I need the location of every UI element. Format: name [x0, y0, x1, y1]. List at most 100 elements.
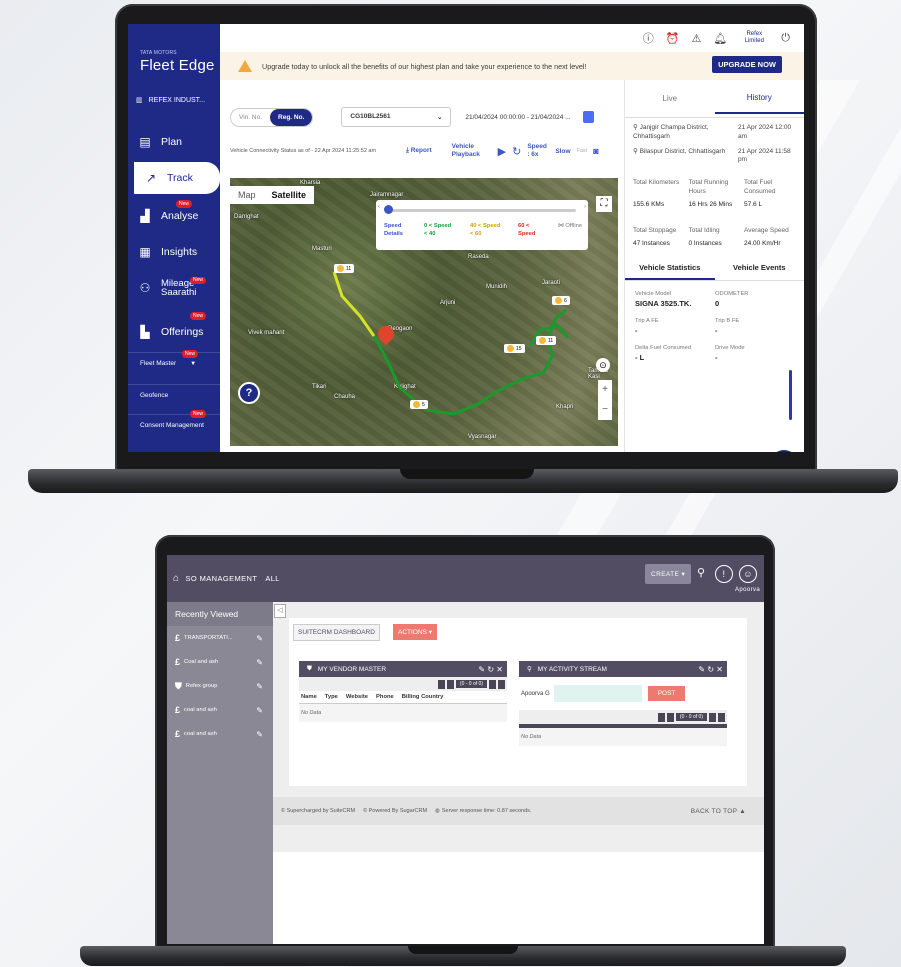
playback-knob[interactable] [384, 205, 393, 214]
nav-sub-geofence[interactable]: Geofence [128, 384, 220, 406]
stop-marker[interactable]: 6 [552, 296, 570, 305]
reg-toggle[interactable]: Reg. No. [270, 108, 313, 126]
prev-page-icon[interactable] [446, 679, 454, 689]
search-icon[interactable]: ⚲ [697, 566, 705, 579]
pencil-icon[interactable]: ✎ [256, 634, 263, 643]
zoom-out-button[interactable]: − [598, 400, 612, 420]
column-header[interactable]: Website [346, 694, 368, 700]
calendar-icon[interactable] [582, 111, 594, 123]
org-selector[interactable]: ▥ REFEX INDUST... [136, 96, 205, 105]
alarm-icon[interactable]: ⏰ [666, 32, 680, 45]
nav-item-analyse[interactable]: ▟ Analyse New [128, 200, 220, 232]
column-header[interactable]: Phone [376, 694, 394, 700]
last-page-icon[interactable] [498, 679, 505, 689]
module-title[interactable]: SO MANAGEMENT [185, 574, 257, 583]
nav-item-plan[interactable]: ▤ Plan [128, 126, 220, 158]
fullscreen-icon[interactable]: ⛶ [596, 196, 612, 212]
footer-sugarcrm[interactable]: © Powered By SugarCRM [363, 808, 427, 814]
tab-vehicle-statistics[interactable]: Vehicle Statistics [625, 257, 715, 280]
fleet-edge-logo[interactable]: TATA MOTORS Fleet Edge [140, 50, 215, 74]
next-page-icon[interactable] [489, 679, 496, 689]
fast-button[interactable]: Fast [577, 148, 588, 154]
close-icon[interactable]: ✕ [716, 665, 723, 674]
column-header[interactable]: Billing Country [402, 694, 444, 700]
report-button[interactable]: ⤓ Report [406, 147, 432, 155]
tab-suitecrm-dashboard[interactable]: SUITECRM DASHBOARD [293, 624, 380, 641]
recent-item[interactable]: £ coal and ash ✎ [167, 698, 273, 722]
refresh-icon[interactable]: ↻ [487, 665, 494, 674]
create-button[interactable]: CREATE ▾ [645, 564, 692, 584]
next-page-icon[interactable] [709, 712, 716, 722]
satellite-map[interactable]: Map Satellite ⛶ ‹ › Speed Details 0 < Sp… [230, 178, 618, 446]
tab-history[interactable]: History [714, 83, 804, 114]
chevron-right-icon[interactable]: › [584, 204, 586, 210]
post-input[interactable] [553, 685, 642, 702]
warning-icon[interactable]: ⚠ [691, 32, 701, 45]
tab-live[interactable]: Live [625, 84, 715, 113]
notification-icon[interactable]: ! [715, 565, 733, 583]
pin-icon: ⚲ [633, 124, 638, 131]
panel-scrollbar[interactable] [789, 370, 792, 420]
help-button[interactable]: ? [238, 382, 260, 404]
stop-marker[interactable]: 11 [334, 264, 355, 273]
replay-icon[interactable]: ↻ [512, 145, 521, 158]
last-page-icon[interactable] [718, 712, 725, 722]
account-name[interactable]: Refex Limited [739, 31, 769, 44]
pencil-icon[interactable]: ✎ [698, 665, 705, 674]
zoom-in-button[interactable]: + [598, 380, 612, 400]
module-filter[interactable]: ALL [265, 574, 280, 583]
pencil-icon[interactable]: ✎ [256, 706, 263, 715]
refresh-icon[interactable]: ↻ [707, 665, 714, 674]
slow-button[interactable]: Slow [555, 148, 570, 155]
speed-multiplier[interactable]: Speed : 6x [527, 143, 549, 159]
pencil-icon[interactable]: ✎ [256, 682, 263, 691]
help-icon[interactable]: ⓘ [643, 30, 654, 46]
back-to-top-link[interactable]: BACK TO TOP ▲ [691, 808, 746, 815]
avatar[interactable]: ☺ [739, 565, 757, 583]
recent-item[interactable]: ⛊ Refex group ✎ [167, 674, 273, 698]
chat-icon[interactable]: ✉ [770, 450, 798, 452]
recent-item[interactable]: £ coal and ash ✎ [167, 722, 273, 746]
nav-item-offerings[interactable]: ▙ Offerings New [128, 312, 220, 348]
first-page-icon[interactable] [437, 679, 445, 689]
footer-suitecrm[interactable]: © Supercharged by SuiteCRM [281, 808, 355, 814]
stop-marker[interactable]: 11 [536, 336, 557, 345]
locate-icon[interactable]: ⊙ [596, 358, 610, 372]
pencil-icon[interactable]: ✎ [256, 658, 263, 667]
pencil-icon[interactable]: ✎ [256, 730, 263, 739]
bell-icon[interactable]: 🔔︎ [713, 32, 727, 45]
recent-item[interactable]: £ Coal and ash ✎ [167, 650, 273, 674]
satellite-tab[interactable]: Satellite [264, 186, 315, 204]
sidebar-collapse-button[interactable]: ◁ [274, 604, 286, 618]
column-header[interactable]: Name [301, 694, 317, 700]
first-page-icon[interactable] [657, 712, 665, 722]
post-button[interactable]: POST [647, 686, 686, 701]
nav-item-mileage-saarathi[interactable]: ⚇ Mileage Saarathi New [128, 272, 220, 304]
pound-icon: £ [175, 657, 181, 667]
tab-vehicle-events[interactable]: Vehicle Events [715, 257, 805, 280]
camera-icon[interactable]: ◙ [593, 146, 598, 156]
vin-toggle[interactable]: Vin. No. [231, 109, 270, 126]
vehicle-select[interactable]: CG10BL2561 ⌄ [341, 107, 452, 127]
power-icon[interactable]: ⏻ [781, 32, 790, 45]
play-icon[interactable]: ▶ [498, 145, 506, 158]
map-tab[interactable]: Map [230, 186, 264, 204]
nav-sub-consent-management[interactable]: Consent Management New [128, 410, 220, 436]
date-range[interactable]: 21/04/2024 00:00:00 - 21/04/2024 ... [465, 114, 570, 121]
column-header[interactable]: Type [325, 694, 338, 700]
nav-sub-fleet-master[interactable]: Fleet Master ▼ New [128, 350, 220, 374]
actions-button[interactable]: ACTIONS ▾ [393, 624, 437, 640]
pencil-icon[interactable]: ✎ [478, 665, 485, 674]
playback-slider[interactable] [388, 209, 576, 212]
upgrade-now-button[interactable]: UPGRADE NOW [712, 56, 782, 73]
chevron-left-icon[interactable]: ‹ [378, 204, 380, 210]
nav-item-track[interactable]: ↗ Track [134, 162, 220, 194]
recent-item[interactable]: £ TRANSPORTATI... ✎ [167, 626, 273, 650]
close-icon[interactable]: ✕ [496, 665, 503, 674]
stop-marker[interactable]: 15 [504, 344, 525, 353]
offline-label: Offline [565, 223, 583, 229]
prev-page-icon[interactable] [666, 712, 674, 722]
stop-marker[interactable]: 5 [410, 400, 428, 409]
home-icon[interactable]: ⌂ [173, 573, 179, 584]
nav-item-insights[interactable]: ▦ Insights [128, 236, 220, 268]
